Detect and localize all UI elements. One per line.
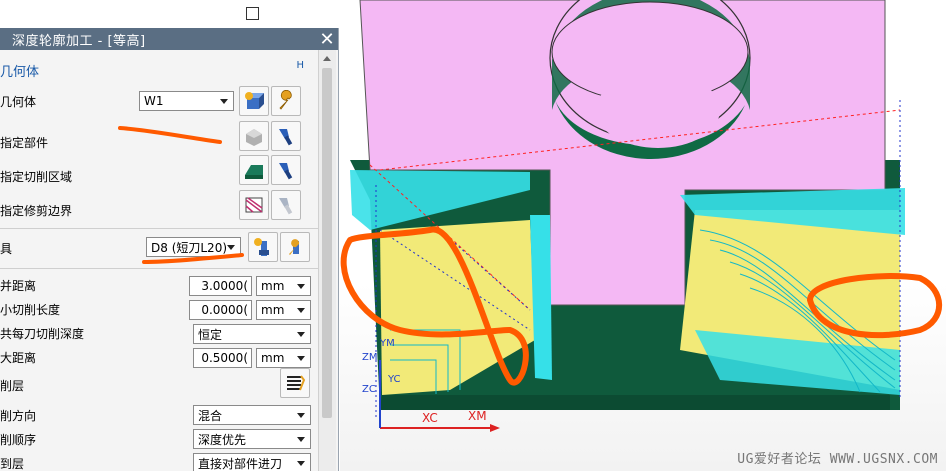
dialog-scrollbar[interactable] [318, 50, 336, 471]
axis-label-zc: ZC [362, 384, 376, 395]
model-view [340, 0, 943, 432]
scroll-up-icon[interactable] [323, 56, 331, 61]
dialog-title: 深度轮廓加工 - [等高] [12, 33, 146, 49]
axis-label-xc: XC [422, 411, 438, 425]
close-button[interactable]: ✕ [316, 28, 338, 50]
dialog-titlebar[interactable]: 深度轮廓加工 - [等高] ✕ [0, 28, 338, 50]
dialog-content: 几何体 H 几何体 W1 指定部件 指定切削区域 指定修剪边界 具 D8 (短刀… [0, 50, 318, 471]
graphics-viewport[interactable]: XC XM YM ZM ZC YC UG爱好者论坛 WWW.UGSNX.COM [340, 0, 946, 471]
axis-label-zm: ZM [362, 352, 378, 363]
part-floor-front [380, 395, 890, 410]
watermark: UG爱好者论坛 WWW.UGSNX.COM [737, 452, 938, 467]
top-strip [0, 0, 338, 28]
cavity-contour-dialog: 深度轮廓加工 - [等高] ✕ 几何体 H 几何体 W1 指定部件 指定切削区域 [0, 28, 339, 471]
axis-label-xm: XM [468, 409, 487, 423]
scroll-thumb[interactable] [322, 68, 332, 418]
axis-label-yc: YC [388, 374, 401, 385]
annotation-scribbles [118, 126, 244, 264]
hole-bottom [596, 72, 720, 148]
axis-label-ym: YM [380, 338, 395, 349]
checkbox[interactable] [246, 7, 259, 20]
